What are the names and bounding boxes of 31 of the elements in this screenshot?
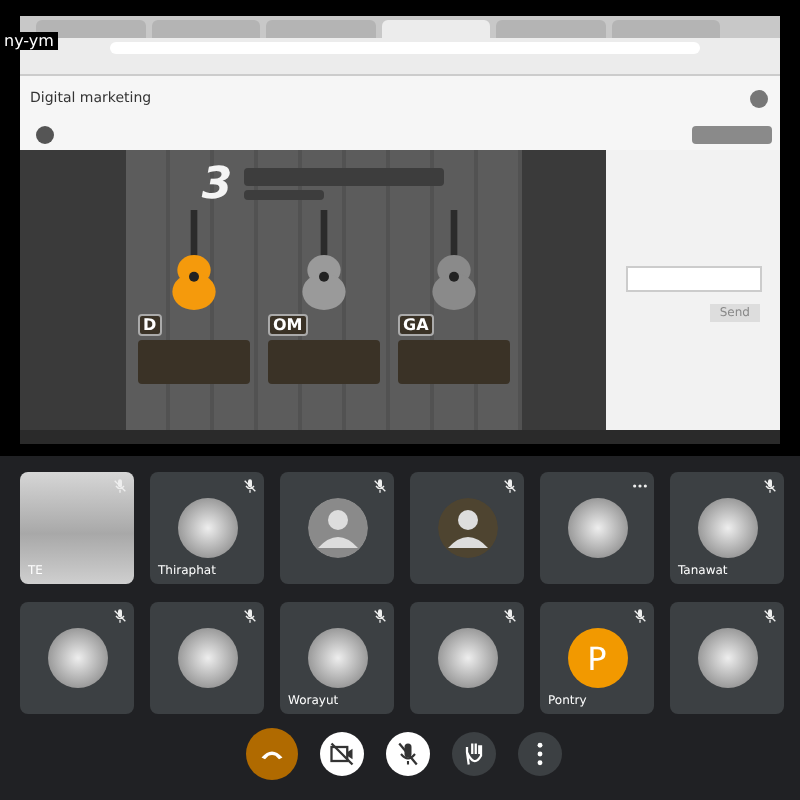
hang-up-button[interactable]	[246, 728, 298, 780]
section-label: D	[137, 314, 163, 336]
avatar-photo	[47, 628, 107, 688]
avatar-photo	[567, 498, 627, 558]
avatar-photo	[177, 498, 237, 558]
more-icon[interactable]	[632, 478, 648, 494]
comment-field[interactable]	[625, 266, 761, 292]
avatar-photo	[177, 628, 237, 688]
letter-avatar: P	[567, 628, 627, 688]
camera-button[interactable]	[320, 732, 364, 776]
microphone-button[interactable]	[386, 732, 430, 776]
description-card	[267, 340, 379, 384]
microphone-icon	[394, 740, 422, 768]
avatar-photo	[697, 498, 757, 558]
hand-icon	[460, 740, 488, 768]
subtitle-banner	[244, 190, 325, 200]
raise-hand-button[interactable]	[452, 732, 496, 776]
account-avatar[interactable]	[750, 89, 768, 107]
avatar-photo	[437, 628, 497, 688]
presenter-label: ny-ym	[0, 32, 58, 50]
avatar-photo	[697, 628, 757, 688]
more-options-button[interactable]	[518, 732, 562, 776]
user-avatar	[36, 126, 54, 144]
browser-tab[interactable]	[36, 20, 145, 38]
section-label: OM	[267, 314, 309, 336]
section-label: GA	[397, 314, 435, 336]
camera-icon	[328, 740, 356, 768]
description-card	[397, 340, 509, 384]
slide-number: 3	[201, 159, 233, 209]
description-card	[137, 340, 249, 384]
avatar-photo	[307, 628, 367, 688]
